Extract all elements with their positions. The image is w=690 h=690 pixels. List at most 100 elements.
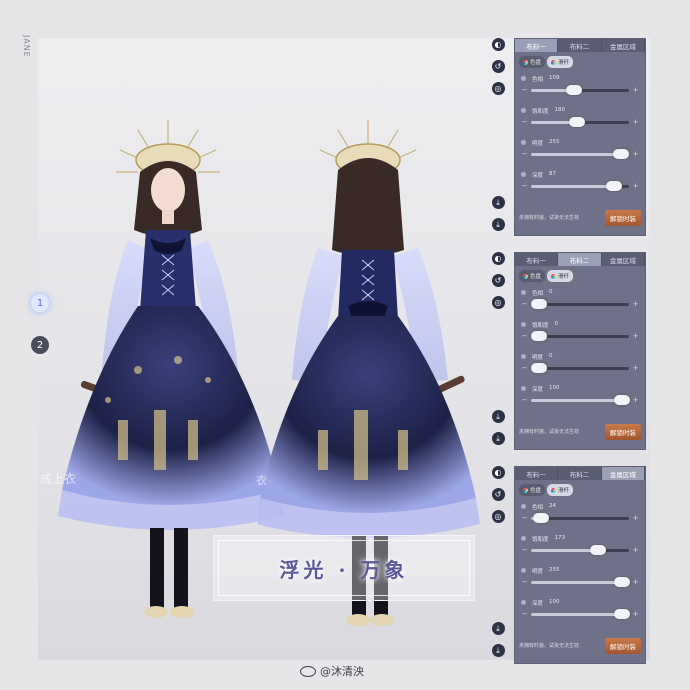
slider-name: 饱和度 xyxy=(532,537,549,543)
download-icon[interactable]: ⤓ xyxy=(491,622,505,635)
unlock-outfit-button[interactable]: 解锁时装 xyxy=(605,424,641,440)
download-icon[interactable]: ⤓ xyxy=(491,196,505,209)
reset-icon[interactable]: ↺ xyxy=(491,488,505,501)
slider-handle[interactable] xyxy=(589,544,606,555)
download-icon[interactable]: ⤓ xyxy=(491,410,505,423)
slider-label-row: 深度 87 xyxy=(521,164,639,179)
slider-track[interactable] xyxy=(531,116,629,127)
color-icon[interactable]: ◐ xyxy=(491,252,505,265)
slider-saturation: 饱和度 173− + xyxy=(515,528,645,560)
slider-track[interactable] xyxy=(531,544,629,555)
view-2-label: 2 xyxy=(36,339,44,351)
slider-track[interactable] xyxy=(530,362,629,373)
decrease-icon[interactable]: − xyxy=(521,118,528,126)
slider-type-icon xyxy=(521,140,526,145)
slider-track[interactable] xyxy=(531,148,630,159)
slider-label-row: 明度 255 xyxy=(521,560,639,575)
increase-icon[interactable]: + xyxy=(632,182,639,190)
tab-fabric-1[interactable]: 布料一 xyxy=(515,467,559,480)
slider-handle[interactable] xyxy=(613,148,630,159)
increase-icon[interactable]: + xyxy=(632,578,639,586)
decrease-icon[interactable]: − xyxy=(521,396,528,404)
slider-track[interactable] xyxy=(531,608,631,619)
slider-handle[interactable] xyxy=(530,362,547,373)
increase-icon[interactable]: + xyxy=(632,396,639,404)
slider-fill xyxy=(531,548,598,552)
palette-icon[interactable]: ◎ xyxy=(491,296,505,309)
increase-icon[interactable]: + xyxy=(632,86,639,94)
increase-icon[interactable]: + xyxy=(632,546,639,554)
increase-icon[interactable]: + xyxy=(632,118,639,126)
color-wheel-mode[interactable]: 色盘 xyxy=(519,56,546,68)
slider-value: 87 xyxy=(549,171,557,177)
slider-name: 明度 xyxy=(532,355,544,361)
slider-track[interactable] xyxy=(531,180,629,191)
increase-icon[interactable]: + xyxy=(632,364,639,372)
tab-fabric-1[interactable]: 布料一 xyxy=(515,39,559,52)
tab-fabric-2[interactable]: 布料二 xyxy=(558,467,602,480)
tab-metal[interactable]: 金属区域 xyxy=(602,39,645,52)
decrease-icon[interactable]: − xyxy=(521,150,528,158)
decrease-icon[interactable]: − xyxy=(521,182,528,190)
color-icon[interactable]: ◐ xyxy=(491,466,505,479)
view-2-button[interactable]: 2 xyxy=(31,336,49,354)
slider-track[interactable] xyxy=(531,394,631,405)
slider-track[interactable] xyxy=(530,330,629,341)
slider-mode[interactable]: 滑杆 xyxy=(547,484,574,496)
color-icon[interactable]: ◐ xyxy=(491,38,505,51)
slider-handle[interactable] xyxy=(606,180,623,191)
unlock-outfit-button[interactable]: 解锁时装 xyxy=(605,210,641,226)
decrease-icon[interactable]: − xyxy=(521,514,528,522)
color-wheel-mode[interactable]: 色盘 xyxy=(519,270,546,282)
decrease-icon[interactable]: − xyxy=(521,578,528,586)
slider-handle[interactable] xyxy=(614,394,631,405)
save-icon[interactable]: ⤓ xyxy=(491,644,505,657)
weibo-icon xyxy=(300,665,316,677)
increase-icon[interactable]: + xyxy=(632,332,639,340)
tab-metal[interactable]: 金属区域 xyxy=(601,467,645,480)
save-icon[interactable]: ⤓ xyxy=(491,218,505,231)
slider-track[interactable] xyxy=(531,512,629,523)
tab-metal[interactable]: 金属区域 xyxy=(602,253,645,266)
slider-track[interactable] xyxy=(531,576,631,587)
slider-handle[interactable] xyxy=(530,298,547,309)
tab-fabric-2[interactable]: 布料二 xyxy=(558,253,602,266)
slider-mode[interactable]: 滑杆 xyxy=(547,270,574,282)
caption-frame: 浮光 · 万象 xyxy=(213,535,475,601)
increase-icon[interactable]: + xyxy=(632,300,639,308)
decrease-icon[interactable]: − xyxy=(521,300,528,308)
save-icon[interactable]: ⤓ xyxy=(491,432,505,445)
increase-icon[interactable]: + xyxy=(632,610,639,618)
decrease-icon[interactable]: − xyxy=(521,86,528,94)
increase-icon[interactable]: + xyxy=(632,150,639,158)
palette-icon[interactable]: ◎ xyxy=(491,82,505,95)
trial-dye-note: 未拥有时装，试染无法生效 xyxy=(519,428,580,435)
slider-mode[interactable]: 滑杆 xyxy=(547,56,574,68)
decrease-icon[interactable]: − xyxy=(521,332,528,340)
slider-handle[interactable] xyxy=(532,512,549,523)
palette-icon[interactable]: ◎ xyxy=(491,510,505,523)
slider-row: − + xyxy=(521,608,639,619)
slider-handle[interactable] xyxy=(569,116,586,127)
tab-fabric-2[interactable]: 布料二 xyxy=(558,39,602,52)
slider-handle[interactable] xyxy=(530,330,547,341)
mode-toggle: 色盘 滑杆 xyxy=(515,480,645,496)
tab-fabric-1[interactable]: 布料一 xyxy=(515,253,559,266)
slider-handle[interactable] xyxy=(614,576,631,587)
increase-icon[interactable]: + xyxy=(632,514,639,522)
slider-track[interactable] xyxy=(530,298,629,309)
panel-1-bottom-icons: ⤓ ⤓ xyxy=(489,196,507,240)
slider-handle[interactable] xyxy=(566,84,583,95)
reset-icon[interactable]: ↺ xyxy=(491,274,505,287)
view-1-button[interactable]: 1 xyxy=(31,294,49,312)
decrease-icon[interactable]: − xyxy=(521,610,528,618)
mode-toggle: 色盘 滑杆 xyxy=(515,52,645,68)
color-wheel-mode[interactable]: 色盘 xyxy=(519,484,546,496)
unlock-outfit-button[interactable]: 解锁时装 xyxy=(605,638,641,654)
slider-track[interactable] xyxy=(531,84,629,95)
slider-handle[interactable] xyxy=(614,608,631,619)
decrease-icon[interactable]: − xyxy=(521,546,528,554)
decrease-icon[interactable]: − xyxy=(521,364,528,372)
save-icon-label xyxy=(489,232,507,240)
reset-icon[interactable]: ↺ xyxy=(491,60,505,73)
